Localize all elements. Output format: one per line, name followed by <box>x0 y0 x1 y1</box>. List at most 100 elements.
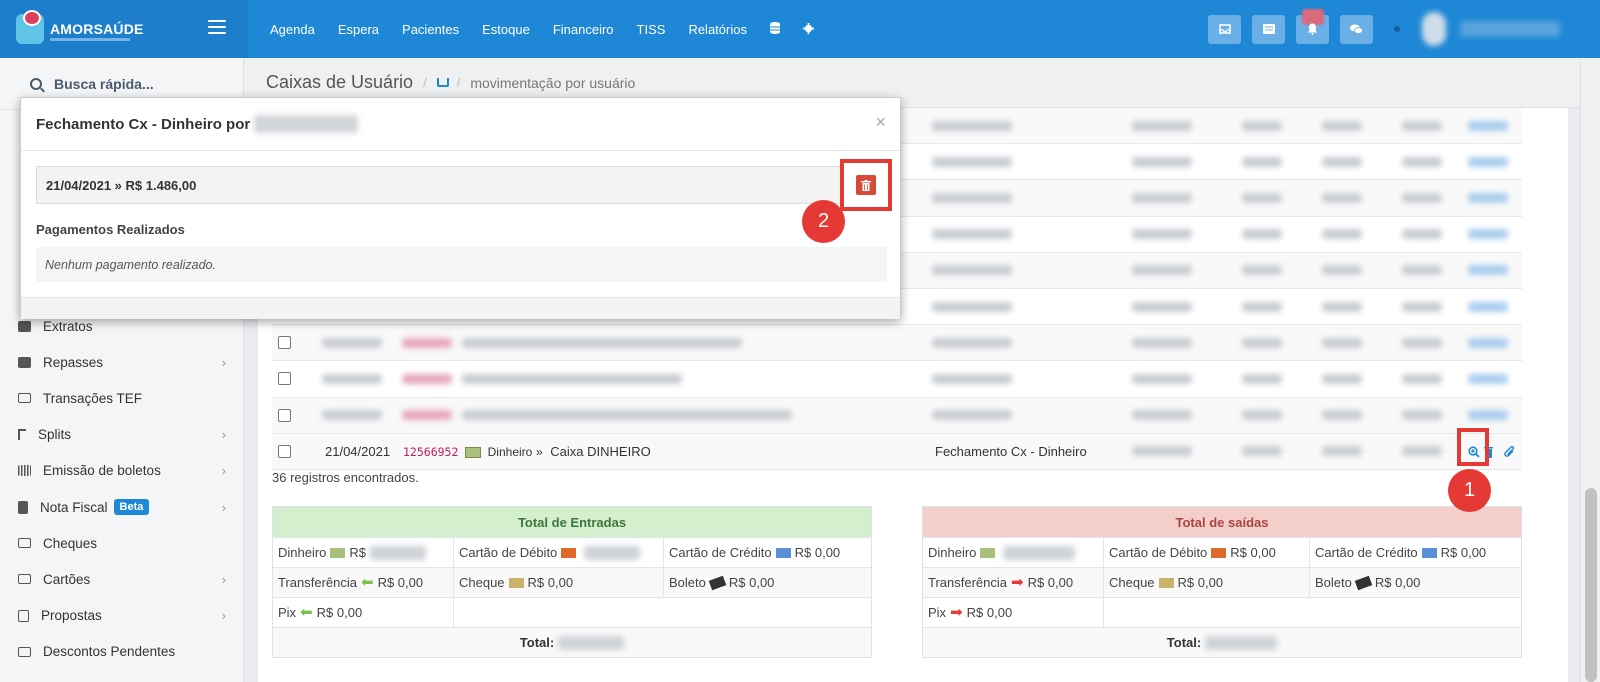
sidebar-item-cartoes[interactable]: Cartões › <box>0 561 244 597</box>
file-icon <box>18 500 28 514</box>
sidebar-item-emissao-boletos[interactable]: Emissão de boletos › <box>0 453 244 489</box>
debit-card-icon <box>561 547 577 558</box>
nav-pacientes[interactable]: Pacientes <box>402 22 459 37</box>
paperclip-icon[interactable] <box>1504 445 1516 458</box>
database-icon[interactable] <box>769 21 780 37</box>
money-icon <box>980 547 996 558</box>
main-nav: Agenda Espera Pacientes Estoque Financei… <box>270 21 837 37</box>
saidas-debito-value: R$ 0,00 <box>1230 545 1276 560</box>
nav-agenda[interactable]: Agenda <box>270 22 315 37</box>
nav-financeiro[interactable]: Financeiro <box>553 22 614 37</box>
avatar[interactable] <box>1422 12 1446 46</box>
breadcrumb-separator: / <box>456 75 461 90</box>
chevron-right-icon: › <box>221 608 226 624</box>
saidas-total-label: Total: <box>1166 635 1202 650</box>
quick-search-label: Busca rápida... <box>54 75 154 92</box>
nav-espera[interactable]: Espera <box>338 22 379 37</box>
totals-entradas: Total de Entradas Dinheiro R$ Cartão de D… <box>272 506 872 658</box>
saidas-credito-label: Cartão de Crédito <box>1315 545 1418 560</box>
nav-estoque[interactable]: Estoque <box>482 22 530 37</box>
step-marker-2: 2 <box>802 200 845 243</box>
saidas-boleto-label: Boleto <box>1315 575 1352 590</box>
sidebar-item-splits[interactable]: Splits › <box>0 417 244 453</box>
row-checkbox[interactable] <box>278 408 291 422</box>
credit-card-icon <box>775 547 791 558</box>
saidas-total-row: Total: <box>923 627 1521 657</box>
list-icon <box>1262 24 1275 34</box>
sidebar-item-repasses[interactable]: Repasses › <box>0 344 244 380</box>
entradas-pix-label: Pix <box>278 605 297 620</box>
totals-saidas: Total de saídas Dinheiro Cartão de Débit… <box>922 506 1522 658</box>
sidebar-item-label: Transações TEF <box>43 390 143 406</box>
nav-relatorios[interactable]: Relatórios <box>688 22 747 37</box>
highlight-delete-button <box>840 159 892 211</box>
row-checkbox[interactable] <box>278 372 291 386</box>
sidebar-item-nota-fiscal[interactable]: Nota Fiscal Beta › <box>0 489 244 525</box>
sidebar-item-propostas[interactable]: Propostas › <box>0 598 244 634</box>
close-icon[interactable]: × <box>875 112 886 133</box>
row-checkbox[interactable] <box>278 444 291 458</box>
brand-logo-icon <box>16 10 44 44</box>
bell-icon <box>1307 23 1318 35</box>
cashier-button[interactable] <box>1252 14 1285 44</box>
saidas-pix-label: Pix <box>928 605 947 620</box>
inbox-icon[interactable] <box>436 78 449 87</box>
entradas-dinheiro-label: Dinheiro <box>278 545 327 560</box>
sidebar-item-descontos-pendentes[interactable]: Descontos Pendentes <box>0 634 244 670</box>
blurred-value <box>370 545 427 560</box>
row-description: Caixa DINHEIRO <box>550 443 651 459</box>
arrow-left-icon: ⬅ <box>361 573 374 591</box>
chat-button[interactable] <box>1340 14 1373 44</box>
entradas-dinheiro-prefix: R$ <box>349 545 367 560</box>
table-row <box>272 325 1522 362</box>
row-code[interactable]: 12566952 <box>403 445 458 459</box>
gear-icon[interactable] <box>802 22 814 37</box>
cheque-icon <box>1158 577 1174 588</box>
extratos-icon <box>18 320 31 332</box>
hamburger-menu-icon[interactable] <box>208 20 226 34</box>
step-marker-1: 1 <box>1448 469 1491 512</box>
debit-card-icon <box>1211 547 1227 558</box>
chevron-right-icon: › <box>221 354 226 370</box>
sidebar-item-label: Extratos <box>43 318 93 334</box>
sidebar-item-cheques[interactable]: Cheques <box>0 525 244 561</box>
page-title: Caixas de Usuário <box>266 72 414 92</box>
chat-icon <box>1350 24 1363 34</box>
trash-icon <box>861 179 871 191</box>
credit-card-icon <box>1421 547 1437 558</box>
closing-modal: Fechamento Cx - Dinheiro por × 21/04/202… <box>20 97 901 319</box>
row-separator: » <box>535 444 543 459</box>
notifications-button[interactable] <box>1296 8 1329 44</box>
entradas-transferencia-value: R$ 0,00 <box>377 575 424 590</box>
highlight-zoom-action <box>1457 428 1489 466</box>
sidebar-item-label: Cartões <box>43 571 91 587</box>
entradas-total-label: Total: <box>519 635 555 650</box>
sidebar-item-transacoes-tef[interactable]: Transações TEF <box>0 380 244 416</box>
modal-header: Fechamento Cx - Dinheiro por × <box>21 98 900 151</box>
nav-tiss[interactable]: TISS <box>637 22 666 37</box>
inbox-icon <box>1218 24 1231 34</box>
saidas-title: Total de saídas <box>923 507 1521 537</box>
sidebar-item-label: Nota Fiscal <box>40 499 108 515</box>
table-row <box>272 361 1522 398</box>
entradas-cheque-label: Cheque <box>459 575 505 590</box>
inbox-button[interactable] <box>1208 14 1241 44</box>
breadcrumb-current: movimentação por usuário <box>470 74 636 91</box>
delete-button[interactable] <box>856 175 876 195</box>
row-checkbox[interactable] <box>278 336 291 350</box>
entradas-pix-value: R$ 0,00 <box>316 605 363 620</box>
entradas-transferencia-label: Transferência <box>278 575 357 590</box>
user-name-blurred[interactable] <box>1460 21 1560 37</box>
blurred-value <box>1205 635 1278 650</box>
saidas-dinheiro-label: Dinheiro <box>928 545 977 560</box>
chevron-right-icon: › <box>221 499 226 515</box>
brand[interactable]: AMORSAÚDE <box>0 0 248 58</box>
page-scrollbar[interactable] <box>1580 58 1600 682</box>
entradas-total-row: Total: <box>273 627 871 657</box>
chevron-right-icon: › <box>221 427 226 443</box>
scrollbar-thumb[interactable] <box>1585 488 1597 682</box>
records-count: 36 registros encontrados. <box>272 470 419 485</box>
sidebar-item-label: Propostas <box>41 608 102 624</box>
row-date: 21/04/2021 <box>325 443 391 459</box>
saidas-debito-label: Cartão de Débito <box>1109 545 1208 560</box>
